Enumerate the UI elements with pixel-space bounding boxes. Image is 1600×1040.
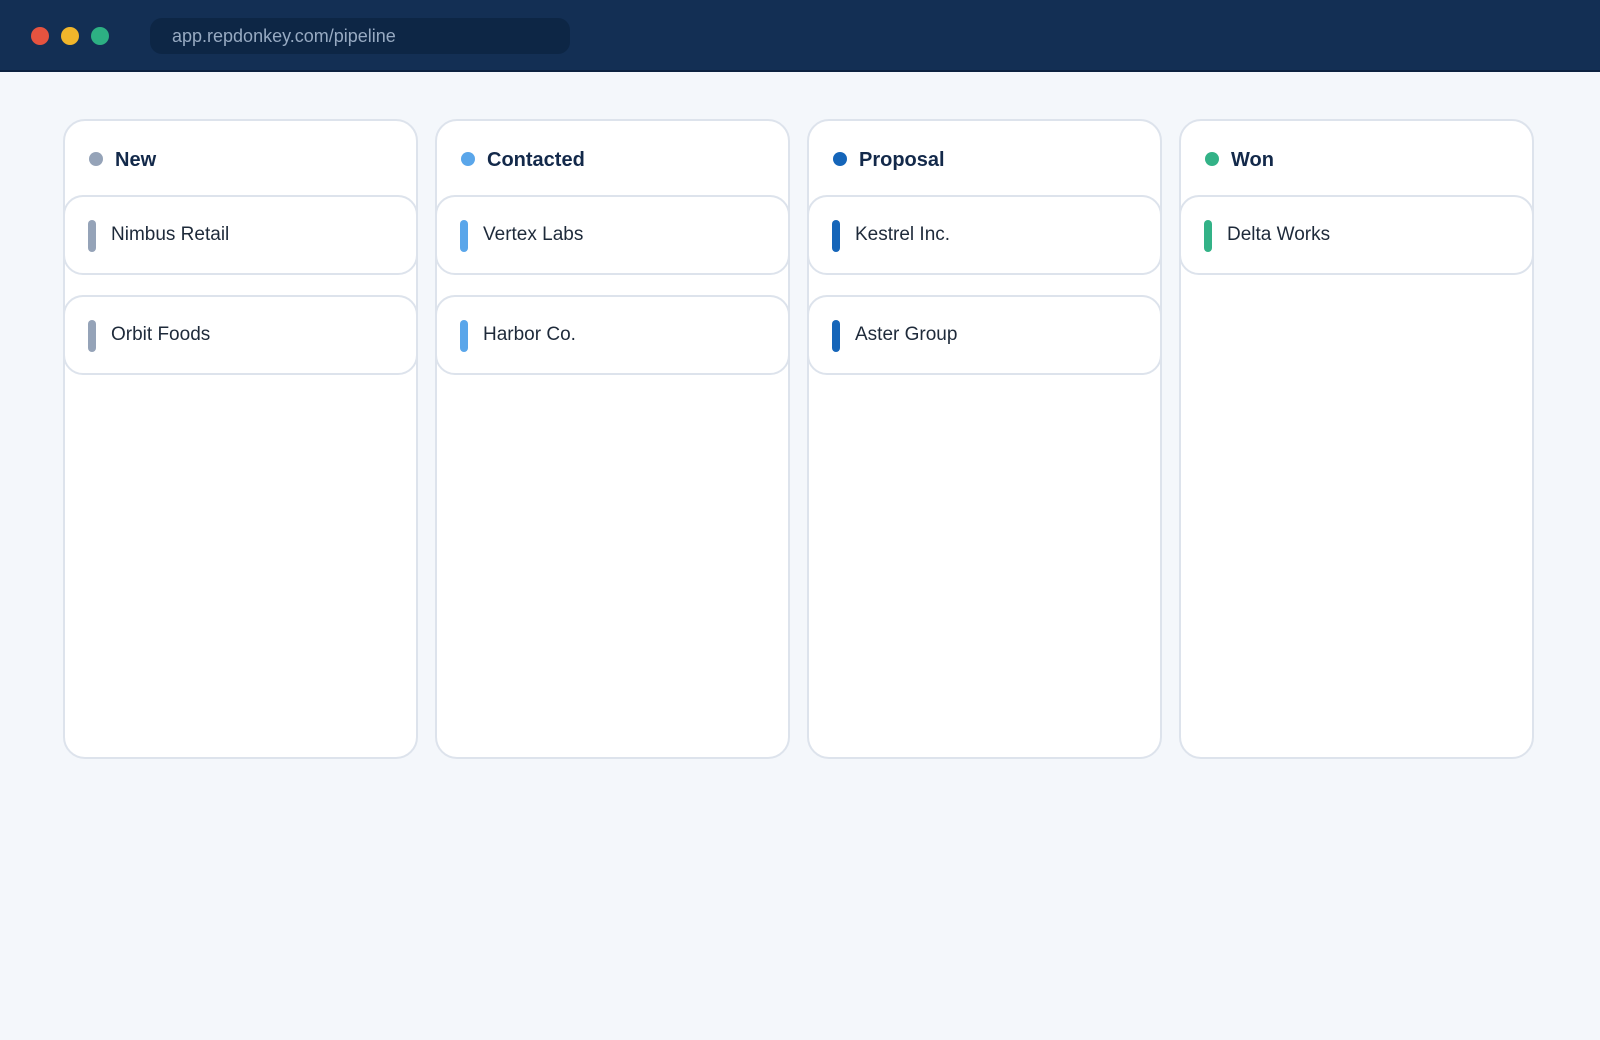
deal-card[interactable]: Orbit Foods — [63, 295, 418, 375]
column-new: New Nimbus Retail Orbit Foods — [63, 119, 418, 759]
deal-card-name: Harbor Co. — [483, 324, 576, 345]
deal-card[interactable]: Delta Works — [1179, 195, 1534, 275]
column-contacted: Contacted Vertex Labs Harbor Co. — [435, 119, 790, 759]
browser-chrome: app.repdonkey.com/pipeline — [0, 0, 1600, 72]
status-bar-icon — [1204, 220, 1212, 252]
deal-card-name: Vertex Labs — [483, 224, 584, 245]
status-bar-icon — [88, 320, 96, 352]
close-window-dot[interactable] — [31, 27, 49, 45]
column-header: Won — [1181, 121, 1532, 197]
column-header: New — [65, 121, 416, 197]
column-title: Proposal — [859, 149, 945, 171]
deal-card[interactable]: Harbor Co. — [435, 295, 790, 375]
deal-card-name: Delta Works — [1227, 224, 1331, 245]
deal-card-name: Orbit Foods — [111, 324, 211, 345]
column-proposal: Proposal Kestrel Inc. Aster Group — [807, 119, 1162, 759]
deal-card-name: Kestrel Inc. — [855, 224, 951, 245]
status-bar-icon — [460, 320, 468, 352]
deal-card-name: Aster Group — [855, 324, 958, 345]
deal-card-name: Nimbus Retail — [111, 224, 230, 245]
status-bar-icon — [460, 220, 468, 252]
deal-card[interactable]: Kestrel Inc. — [807, 195, 1162, 275]
status-dot-icon — [833, 152, 847, 166]
status-bar-icon — [832, 220, 840, 252]
deal-card[interactable]: Nimbus Retail — [63, 195, 418, 275]
address-bar[interactable]: app.repdonkey.com/pipeline — [150, 18, 570, 54]
pipeline-board: New Nimbus Retail Orbit Foods Contacted … — [63, 119, 1561, 761]
column-won: Won Delta Works — [1179, 119, 1534, 759]
column-header: Contacted — [437, 121, 788, 197]
status-dot-icon — [1205, 152, 1219, 166]
status-bar-icon — [88, 220, 96, 252]
deal-card[interactable]: Vertex Labs — [435, 195, 790, 275]
column-title: Won — [1231, 149, 1274, 171]
column-title: New — [115, 149, 157, 171]
column-header: Proposal — [809, 121, 1160, 197]
column-title: Contacted — [487, 149, 585, 171]
status-bar-icon — [832, 320, 840, 352]
minimize-window-dot[interactable] — [61, 27, 79, 45]
status-dot-icon — [89, 152, 103, 166]
maximize-window-dot[interactable] — [91, 27, 109, 45]
deal-card[interactable]: Aster Group — [807, 295, 1162, 375]
status-dot-icon — [461, 152, 475, 166]
